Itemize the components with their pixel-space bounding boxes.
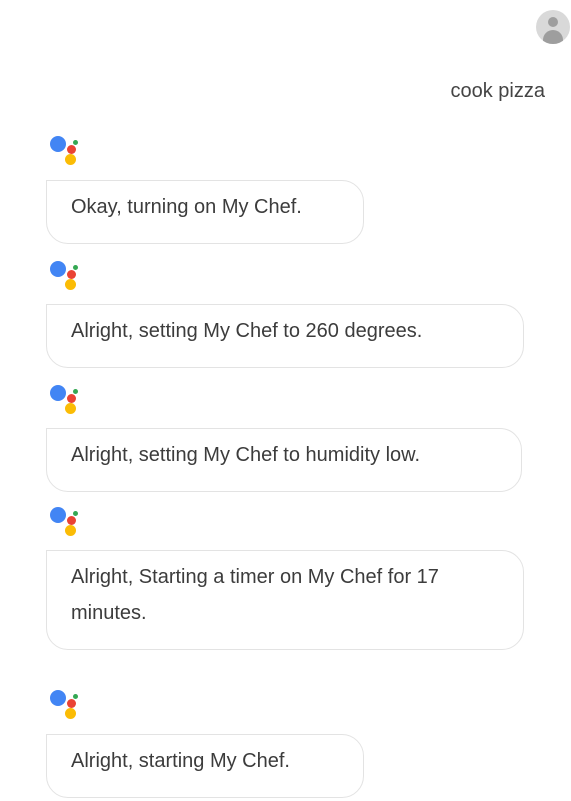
assistant-response-bubble: Alright, Starting a timer on My Chef for…	[46, 550, 524, 650]
assistant-response-text: Alright, Starting a timer on My Chef for…	[71, 566, 439, 624]
assistant-response-text: Alright, setting My Chef to humidity low…	[71, 444, 421, 466]
assistant-response-bubble: Alright, setting My Chef to 260 degrees.	[46, 304, 524, 368]
assistant-response-bubble: Alright, starting My Chef.	[46, 734, 364, 798]
account-icon[interactable]	[536, 10, 570, 44]
user-query-bubble: cook pizza	[450, 80, 546, 102]
avatar-head	[548, 17, 558, 27]
assistant-response-bubble: Alright, setting My Chef to humidity low…	[46, 428, 522, 492]
assistant-response-text: Alright, starting My Chef.	[71, 750, 290, 772]
google-assistant-icon	[46, 686, 86, 726]
google-assistant-icon	[46, 503, 86, 543]
assistant-response-text: Alright, setting My Chef to 260 degrees.	[71, 320, 423, 342]
assistant-response-bubble: Okay, turning on My Chef.	[46, 180, 364, 244]
google-assistant-icon	[46, 132, 86, 172]
assistant-response-text: Okay, turning on My Chef.	[71, 196, 302, 218]
google-assistant-icon	[46, 257, 86, 297]
avatar-shoulders	[543, 30, 563, 44]
google-assistant-icon	[46, 381, 86, 421]
